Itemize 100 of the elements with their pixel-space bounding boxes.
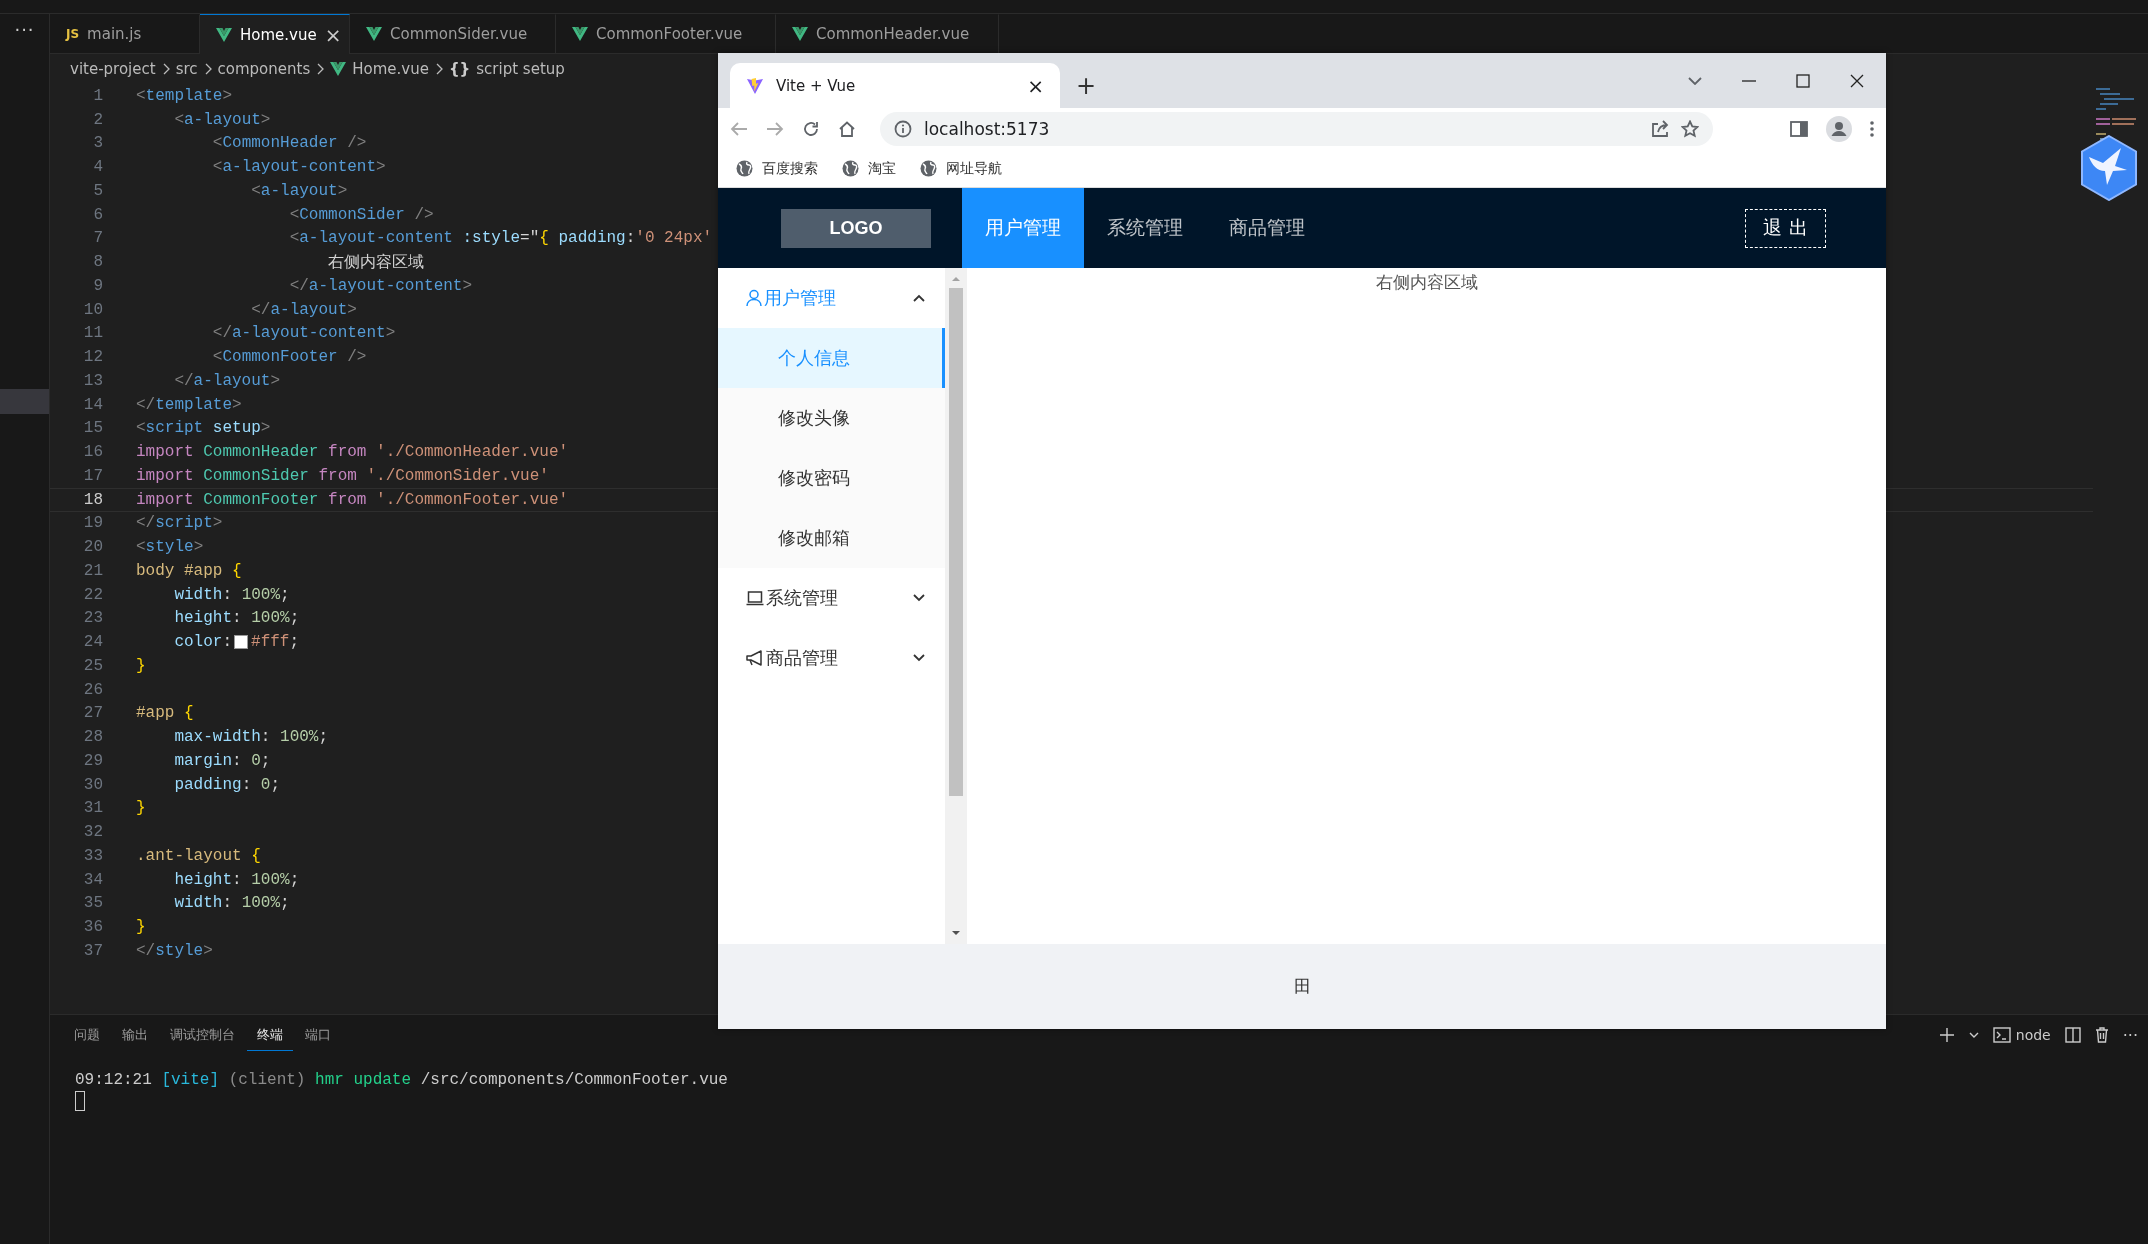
line-number: 16: [82, 443, 103, 462]
chevron-right-icon: [316, 63, 325, 75]
terminal-line: 09:12:21 [vite] (client) hmr update /src/components/CommonFooter.vue: [75, 1071, 728, 1089]
menu-item[interactable]: 修改密码: [718, 448, 945, 508]
scroll-down-icon[interactable]: [951, 930, 961, 936]
megaphone-icon: [746, 650, 764, 666]
code-text: </a-layout>: [251, 300, 357, 319]
line-number: 35: [82, 894, 103, 913]
chevron-right-icon: [161, 63, 170, 75]
line-number: 13: [82, 371, 103, 390]
line-number: 19: [82, 514, 103, 533]
bookmark-link[interactable]: 百度搜索: [762, 159, 818, 178]
line-number: 36: [82, 918, 103, 937]
line-number: 2: [92, 110, 103, 129]
new-tab-button[interactable]: +: [1076, 72, 1097, 100]
globe-icon: [736, 160, 753, 177]
trash-icon[interactable]: [2094, 1027, 2109, 1043]
nav-item[interactable]: 商品管理: [1206, 188, 1328, 268]
code-text: max-width: 100%;: [174, 728, 329, 747]
editor-tab[interactable]: CommonSider.vue: [350, 14, 556, 53]
chevron-right-icon: [203, 63, 212, 75]
more-button[interactable]: ···: [0, 14, 49, 54]
bookmark-link[interactable]: 网址导航: [946, 159, 1002, 178]
code-text: .ant-layout {: [136, 846, 261, 865]
line-number: 31: [82, 799, 103, 818]
menu-group[interactable]: 商品管理: [718, 628, 945, 688]
browser-tab[interactable]: Vite + Vue ×: [730, 63, 1060, 108]
footer-text: 田: [1293, 975, 1311, 998]
breadcrumb-item[interactable]: src: [175, 60, 198, 78]
code-text: 右侧内容区域: [328, 252, 425, 273]
cursor-icon: [75, 1091, 85, 1111]
content-text: 右侧内容区域: [1375, 271, 1478, 294]
breadcrumb-item[interactable]: vite-project: [70, 60, 156, 78]
minimize-icon[interactable]: [1742, 79, 1756, 82]
panel-tab[interactable]: 调试控制台: [160, 1019, 245, 1051]
address-bar[interactable]: localhost:5173: [880, 112, 1713, 146]
code-text: <template>: [136, 86, 233, 105]
line-number: 9: [92, 276, 103, 295]
line-number: 12: [82, 348, 103, 367]
menu-item[interactable]: 修改邮箱: [718, 508, 945, 568]
panel-tab[interactable]: 端口: [295, 1019, 341, 1051]
line-number: 17: [82, 466, 103, 485]
scrollbar-thumb[interactable]: [949, 288, 963, 796]
line-number: 30: [82, 775, 103, 794]
line-number: 33: [82, 846, 103, 865]
vue-file-icon: [366, 27, 382, 41]
maximize-icon[interactable]: [1796, 73, 1810, 88]
star-icon[interactable]: [1681, 120, 1699, 138]
line-number: 8: [92, 253, 103, 272]
line-number: 20: [82, 538, 103, 557]
panel-tab[interactable]: 问题: [64, 1019, 110, 1051]
reload-icon[interactable]: [802, 120, 820, 138]
code-text: padding: 0;: [174, 775, 281, 794]
menu-item[interactable]: 修改头像: [718, 388, 945, 448]
nav-item[interactable]: 系统管理: [1084, 188, 1206, 268]
bookmark-link[interactable]: 淘宝: [868, 159, 896, 178]
code-text: import CommonHeader from './CommonHeader.vue': [136, 443, 569, 462]
terminal-shell-button[interactable]: node: [1992, 1027, 2051, 1043]
split-icon[interactable]: [2064, 1027, 2081, 1043]
line-number: 3: [92, 134, 103, 153]
side-panel-icon[interactable]: [1790, 121, 1808, 137]
panel-tab[interactable]: 终端: [247, 1019, 293, 1051]
vue-file-icon: [216, 27, 232, 42]
menu-group[interactable]: 系统管理: [718, 568, 945, 628]
code-text: height: 100%;: [174, 870, 300, 889]
more-vert-icon[interactable]: [1870, 120, 1874, 138]
line-number: 27: [82, 704, 103, 723]
panel-tab[interactable]: 输出: [112, 1019, 158, 1051]
logout-button[interactable]: 退 出: [1745, 208, 1826, 248]
avatar-icon[interactable]: [1826, 116, 1852, 142]
bird-app-icon[interactable]: [2080, 135, 2138, 201]
line-number: 25: [82, 656, 103, 675]
code-text: </script>: [136, 514, 223, 533]
braces-icon: {}: [448, 60, 471, 78]
close-icon[interactable]: [1850, 73, 1864, 88]
breadcrumb-item[interactable]: components: [217, 60, 311, 78]
breadcrumb-item[interactable]: Home.vue: [352, 60, 429, 78]
chevron-down-icon: [913, 594, 925, 602]
code-text: body #app {: [136, 561, 242, 580]
code-text: }: [136, 799, 146, 818]
info-icon: [894, 120, 912, 138]
code-text: </a-layout-content>: [289, 276, 473, 295]
code-text: #fff;: [251, 633, 300, 652]
code-text: <CommonSider />: [289, 205, 434, 224]
code-text: </template>: [136, 395, 242, 414]
more-button[interactable]: ···: [2122, 1025, 2138, 1045]
plus-icon[interactable]: [1938, 1027, 1955, 1043]
line-number: 7: [92, 229, 103, 248]
editor-tab[interactable]: Home.vue ×: [200, 14, 350, 54]
line-number: 14: [82, 395, 103, 414]
breadcrumb-item[interactable]: script setup: [476, 60, 565, 78]
code-text: width: 100%;: [174, 585, 290, 604]
line-number: 22: [82, 585, 103, 604]
share-icon[interactable]: [1651, 120, 1669, 138]
chevron-down-icon: [913, 654, 925, 662]
code-text: #app {: [136, 704, 194, 723]
home-icon[interactable]: [838, 120, 856, 138]
terminal-icon: [1992, 1027, 2011, 1043]
js-file-icon: JS: [66, 27, 80, 41]
line-number: 6: [92, 205, 103, 224]
